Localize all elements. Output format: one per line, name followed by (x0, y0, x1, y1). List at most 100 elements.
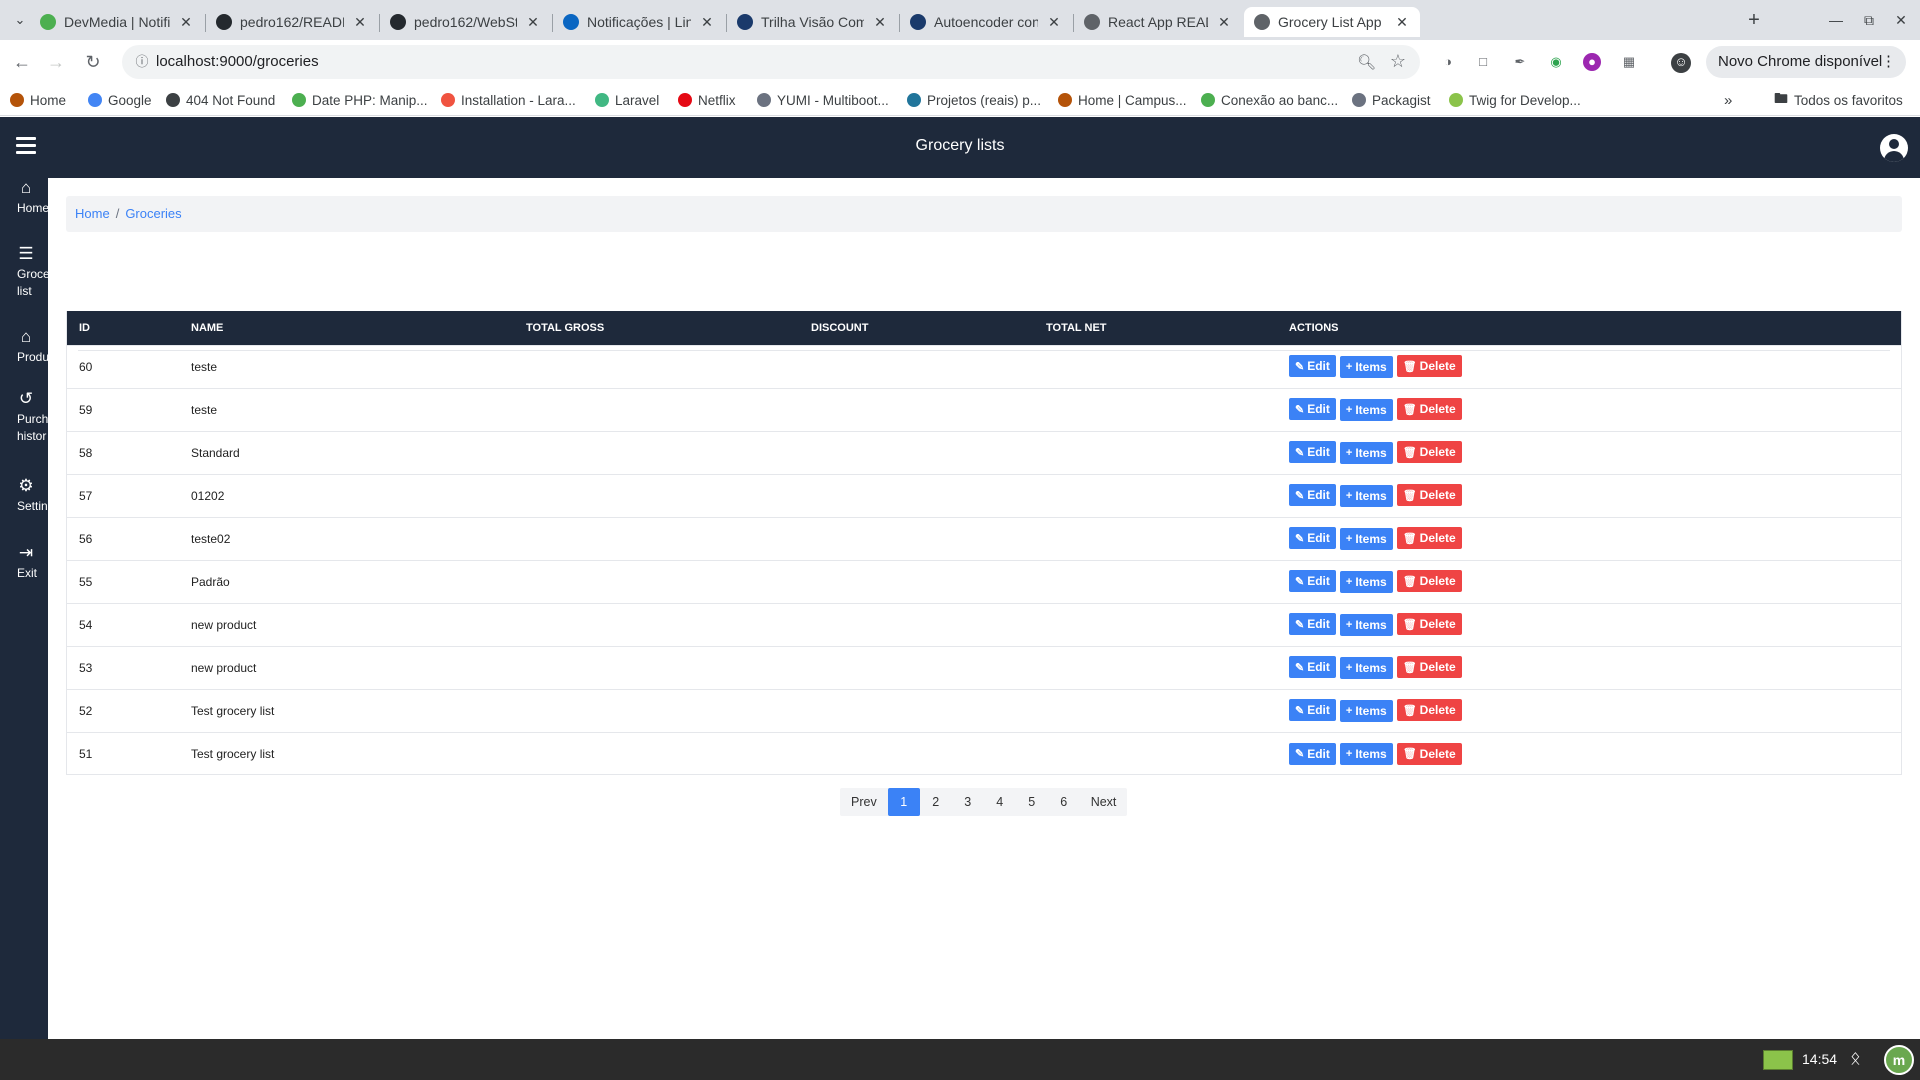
browser-tab[interactable]: DevMedia | Notificações ✕ (30, 7, 204, 37)
pagination-page[interactable]: 2 (920, 788, 952, 816)
more-bookmarks-chevron-icon[interactable]: » (1724, 90, 1732, 110)
mint-menu-icon[interactable]: m (1884, 1045, 1914, 1075)
browser-tab[interactable]: pedro162/README.md ✕ (206, 7, 378, 37)
delete-button[interactable]: 🗑︎ Delete (1396, 613, 1462, 636)
bookmark-item[interactable]: Packagist (1352, 90, 1431, 110)
pagination-page[interactable]: 4 (984, 788, 1016, 816)
items-button[interactable]: + Items (1339, 699, 1393, 722)
delete-button[interactable]: 🗑︎ Delete (1396, 699, 1462, 722)
chrome-update-button[interactable]: Novo Chrome disponível ⋮ (1706, 46, 1906, 78)
bookmark-item[interactable]: Conexão ao banc... (1201, 90, 1338, 110)
browser-tab[interactable]: Grocery List App ✕ (1244, 7, 1420, 37)
extension-circle-icon[interactable]: ◑ (1439, 53, 1457, 71)
new-tab-button[interactable]: + (1741, 9, 1767, 33)
pagination-page[interactable]: 5 (1016, 788, 1048, 816)
items-button[interactable]: + Items (1339, 441, 1393, 464)
edit-button[interactable]: ✎ Edit (1289, 656, 1336, 679)
all-bookmarks-folder[interactable]: 🖿︎ Todos os favoritos (1774, 90, 1903, 110)
eyedropper-icon[interactable]: ✒ (1511, 53, 1529, 71)
kebab-menu-icon[interactable]: ⋮ (1881, 46, 1896, 78)
tab-close-icon[interactable]: ✕ (1216, 14, 1232, 31)
delete-button[interactable]: 🗑︎ Delete (1396, 742, 1462, 765)
delete-button[interactable]: 🗑︎ Delete (1396, 656, 1462, 679)
edit-button[interactable]: ✎ Edit (1289, 398, 1336, 421)
items-button[interactable]: + Items (1339, 484, 1393, 507)
url-text[interactable]: localhost:9000/groceries (156, 53, 319, 70)
bookmark-item[interactable]: YUMI - Multiboot... (757, 90, 889, 110)
tab-search-chevron-icon[interactable]: ⌄ (10, 10, 30, 30)
tab-close-icon[interactable]: ✕ (1046, 14, 1062, 31)
back-icon[interactable]: ← (10, 50, 34, 74)
sidebar-item[interactable]: ⇥ Exit (0, 543, 48, 582)
items-button[interactable]: + Items (1339, 570, 1393, 593)
tab-close-icon[interactable]: ✕ (1394, 14, 1410, 31)
site-info-icon[interactable]: ⓘ (134, 54, 150, 70)
reload-icon[interactable]: ↻ (81, 50, 105, 74)
bookmark-item[interactable]: Google (88, 90, 152, 110)
browser-tab[interactable]: Autoencoder convolucio ✕ (900, 7, 1072, 37)
edit-button[interactable]: ✎ Edit (1289, 441, 1336, 464)
browser-tab[interactable]: Trilha Visão Computacio ✕ (727, 7, 898, 37)
delete-button[interactable]: 🗑︎ Delete (1396, 355, 1462, 378)
pagination-next[interactable]: Next (1080, 788, 1128, 816)
bookmark-item[interactable]: Netflix (678, 90, 736, 110)
zoom-icon[interactable]: 🔍︎ (1357, 53, 1376, 71)
delete-button[interactable]: 🗑︎ Delete (1396, 398, 1462, 421)
minimize-icon[interactable]: — (1824, 8, 1848, 32)
tab-close-icon[interactable]: ✕ (872, 14, 888, 31)
sidebar-item[interactable]: ⌂ Produ (0, 327, 48, 366)
bookmark-star-icon[interactable]: ☆ (1390, 51, 1406, 72)
extensions-puzzle-icon[interactable]: ▦ (1620, 53, 1638, 71)
extension-eye-icon[interactable]: ◉ (1547, 53, 1565, 71)
edit-button[interactable]: ✎ Edit (1289, 527, 1336, 550)
system-clock[interactable]: 14:54 (1802, 1051, 1837, 1067)
sidebar-item[interactable]: ⚙ Settin (0, 476, 48, 515)
sidebar-item[interactable]: ⌂ Home (0, 178, 48, 217)
pagination-page[interactable]: 6 (1048, 788, 1080, 816)
edit-button[interactable]: ✎ Edit (1289, 742, 1336, 765)
browser-tab[interactable]: pedro162/WebStore: Th ✕ (380, 7, 551, 37)
sidebar-item[interactable]: ↺ Purch histor (0, 389, 48, 445)
extension-purple-icon[interactable]: ● (1583, 53, 1601, 71)
extension-page-icon[interactable]: □ (1474, 53, 1492, 71)
pagination-page[interactable]: 3 (952, 788, 984, 816)
bookmark-item[interactable]: Laravel (595, 90, 659, 110)
browser-tab[interactable]: Notificações | LinkedIn ✕ (553, 7, 725, 37)
items-button[interactable]: + Items (1339, 355, 1393, 378)
delete-button[interactable]: 🗑︎ Delete (1396, 441, 1462, 464)
pagination-prev[interactable]: Prev (840, 788, 888, 816)
items-button[interactable]: + Items (1339, 613, 1393, 636)
profile-avatar-icon[interactable]: ☺ (1671, 53, 1691, 73)
bookmark-item[interactable]: Installation - Lara... (441, 90, 576, 110)
items-button[interactable]: + Items (1339, 656, 1393, 679)
bookmark-item[interactable]: Home (10, 90, 66, 110)
bookmark-item[interactable]: 404 Not Found (166, 90, 275, 110)
delete-button[interactable]: 🗑︎ Delete (1396, 527, 1462, 550)
edit-button[interactable]: ✎ Edit (1289, 355, 1336, 378)
bookmark-item[interactable]: Date PHP: Manip... (292, 90, 428, 110)
edit-button[interactable]: ✎ Edit (1289, 484, 1336, 507)
edit-button[interactable]: ✎ Edit (1289, 613, 1336, 636)
bluetooth-icon[interactable]: ᛟ (1850, 1048, 1861, 1069)
items-button[interactable]: + Items (1339, 527, 1393, 550)
user-account-icon[interactable] (1880, 134, 1908, 162)
items-button[interactable]: + Items (1339, 398, 1393, 421)
sidebar-item[interactable]: ☰ Groce list (0, 244, 48, 300)
forward-icon[interactable]: → (44, 50, 68, 74)
tab-close-icon[interactable]: ✕ (525, 14, 541, 31)
delete-button[interactable]: 🗑︎ Delete (1396, 484, 1462, 507)
edit-button[interactable]: ✎ Edit (1289, 570, 1336, 593)
bookmark-item[interactable]: Twig for Develop... (1449, 90, 1581, 110)
edit-button[interactable]: ✎ Edit (1289, 699, 1336, 722)
tab-close-icon[interactable]: ✕ (178, 14, 194, 31)
tab-close-icon[interactable]: ✕ (699, 14, 715, 31)
close-window-icon[interactable]: ✕ (1889, 8, 1913, 32)
restore-icon[interactable]: ⧉ (1857, 8, 1881, 32)
delete-button[interactable]: 🗑︎ Delete (1396, 570, 1462, 593)
pagination-page[interactable]: 1 (887, 788, 920, 816)
tab-close-icon[interactable]: ✕ (352, 14, 368, 31)
workspace-switcher-icon[interactable] (1763, 1050, 1793, 1070)
browser-tab[interactable]: React App README Gui ✕ (1074, 7, 1242, 37)
breadcrumb-current[interactable]: Groceries (125, 206, 181, 221)
bookmark-item[interactable]: Home | Campus... (1058, 90, 1187, 110)
